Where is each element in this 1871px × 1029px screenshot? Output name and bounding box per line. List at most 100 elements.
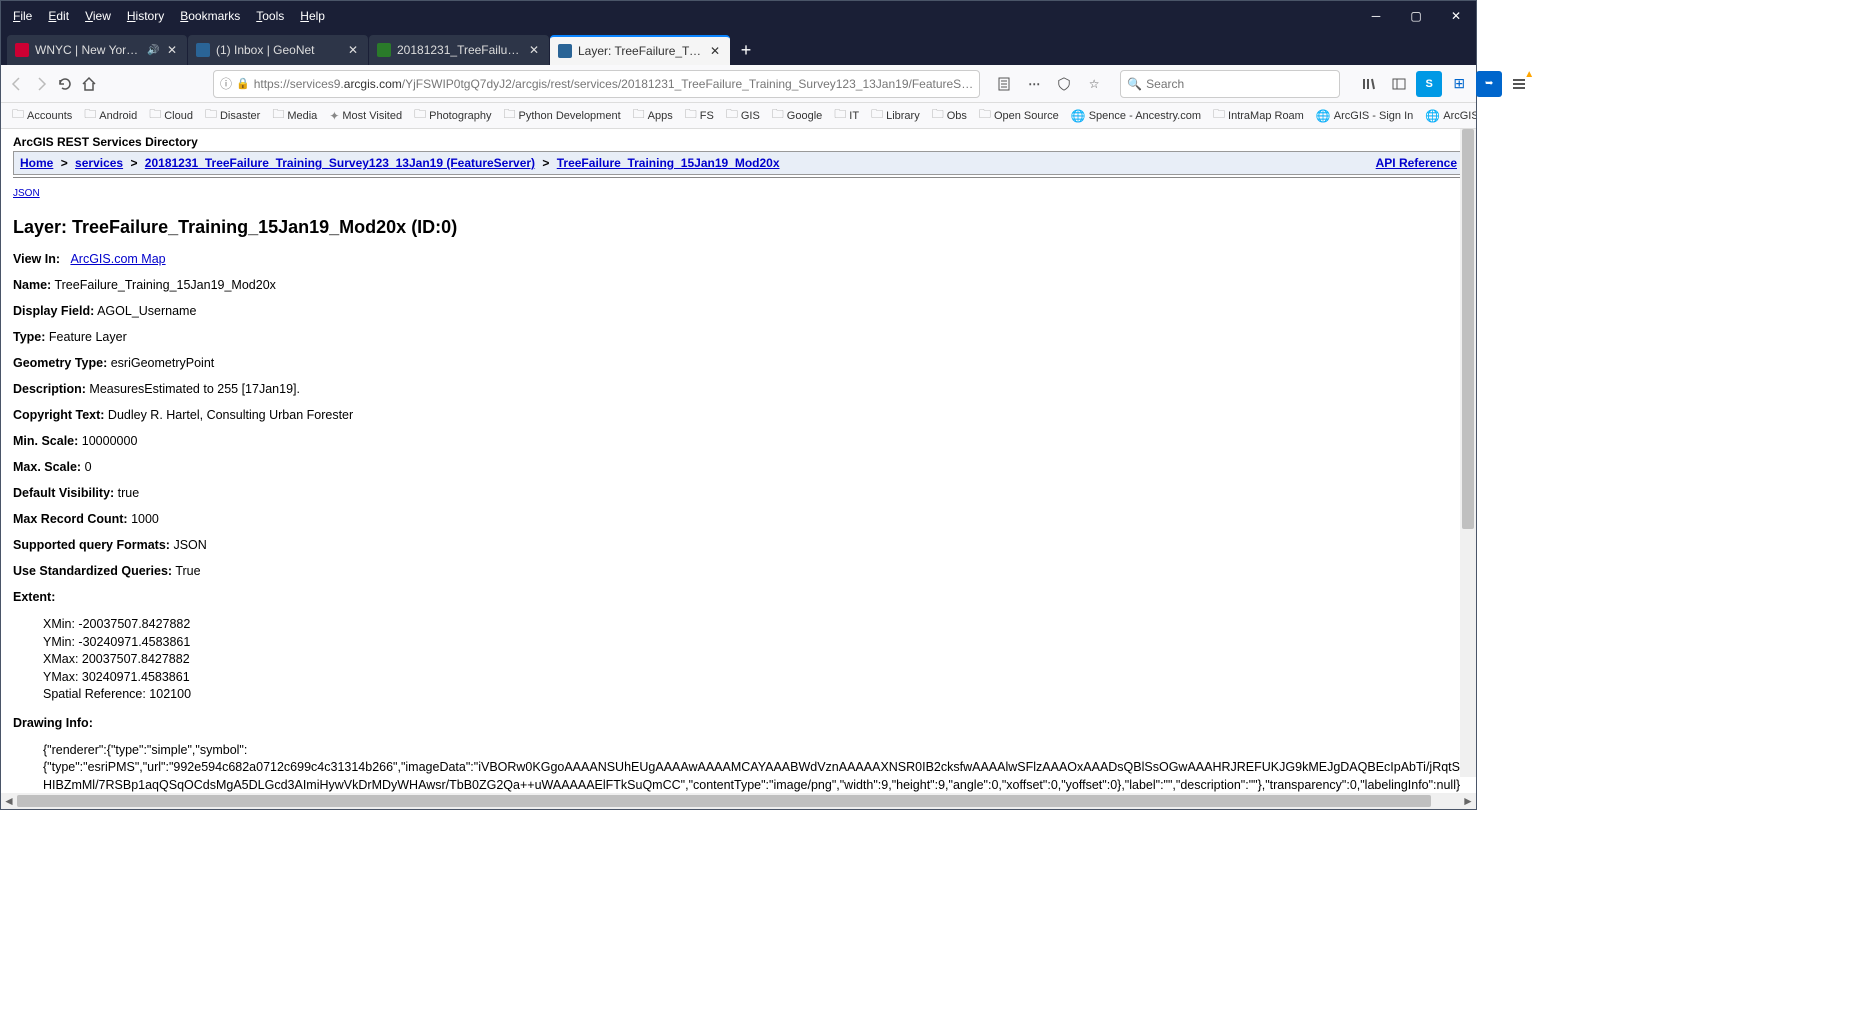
menu-history[interactable]: History bbox=[121, 5, 170, 27]
bookmark-media[interactable]: 🗀Media bbox=[267, 103, 322, 128]
bookmark-google[interactable]: 🗀Google bbox=[767, 103, 828, 128]
bookmark-arcgis-metadata-tool-[interactable]: 🌐ArcGIS Metadata Tool… bbox=[1420, 107, 1476, 125]
bookmark-gis[interactable]: 🗀GIS bbox=[721, 103, 765, 128]
tab-1[interactable]: (1) Inbox | GeoNet ✕ bbox=[188, 35, 368, 65]
prop-copyright: Copyright Text: Dudley R. Hartel, Consul… bbox=[13, 408, 1464, 422]
tab-label: Layer: TreeFailure_Training_15J… bbox=[578, 44, 704, 58]
bookmark-photography[interactable]: 🗀Photography bbox=[409, 103, 496, 128]
scroll-left[interactable]: ◄ bbox=[1, 794, 17, 808]
home-button[interactable] bbox=[81, 70, 97, 98]
breadcrumb-services[interactable]: services bbox=[75, 156, 123, 170]
minimize-button[interactable]: ─ bbox=[1356, 1, 1396, 31]
bookmark-accounts[interactable]: 🗀Accounts bbox=[7, 103, 77, 128]
url-text: https://services9.arcgis.com/YjFSWIP0tgQ… bbox=[254, 77, 973, 91]
bookmark-cloud[interactable]: 🗀Cloud bbox=[144, 103, 198, 128]
scroll-right[interactable]: ► bbox=[1460, 794, 1476, 808]
menubar: FileEditViewHistoryBookmarksToolsHelp bbox=[1, 5, 331, 27]
info-icon[interactable]: ⓘ bbox=[220, 75, 232, 92]
bookmark-fs[interactable]: 🗀FS bbox=[680, 103, 719, 128]
bookmark-spence-ancestry-com[interactable]: 🌐Spence - Ancestry.com bbox=[1066, 107, 1206, 125]
library-icon[interactable] bbox=[1356, 71, 1382, 97]
reload-button[interactable] bbox=[57, 70, 73, 98]
prop-description: Description: MeasuresEstimated to 255 [1… bbox=[13, 382, 1464, 396]
tab-0[interactable]: WNYC | New York Public R…🔊✕ bbox=[7, 35, 187, 65]
folder-icon: 🗀 bbox=[834, 105, 846, 126]
folder-icon: 🗀 bbox=[772, 105, 784, 126]
tab-close-button[interactable]: ✕ bbox=[527, 43, 541, 57]
tab-close-button[interactable]: ✕ bbox=[346, 43, 360, 57]
page-content: ArcGIS REST Services Directory Home > se… bbox=[1, 129, 1476, 793]
prop-supported-query-formats: Supported query Formats: JSON bbox=[13, 538, 1464, 552]
url-bar[interactable]: ⓘ 🔒 https://services9.arcgis.com/YjFSWIP… bbox=[213, 70, 980, 98]
folder-icon: 🗀 bbox=[726, 105, 738, 126]
rest-directory-title: ArcGIS REST Services Directory bbox=[13, 135, 1464, 149]
bookmark-library[interactable]: 🗀Library bbox=[866, 103, 925, 128]
globe-icon: 🌐 bbox=[1425, 109, 1440, 123]
bookmark-it[interactable]: 🗀IT bbox=[829, 103, 864, 128]
prop-extent-label: Extent: bbox=[13, 590, 1464, 604]
prop-geometry-type: Geometry Type: esriGeometryPoint bbox=[13, 356, 1464, 370]
forward-button[interactable] bbox=[33, 70, 49, 98]
menu-edit[interactable]: Edit bbox=[42, 5, 75, 27]
tab-label: (1) Inbox | GeoNet bbox=[216, 43, 342, 57]
window-controls: ─ ▢ ✕ bbox=[1356, 1, 1476, 31]
menu-file[interactable]: File bbox=[7, 5, 38, 27]
speaker-icon[interactable]: 🔊 bbox=[147, 45, 161, 56]
bookmark-star-icon[interactable]: ☆ bbox=[1082, 72, 1106, 96]
tab-2[interactable]: 20181231_TreeFailure_Training…✕ bbox=[369, 35, 549, 65]
menu-view[interactable]: View bbox=[79, 5, 117, 27]
sidebars-icon[interactable] bbox=[1386, 71, 1412, 97]
prop-drawing-info-label: Drawing Info: bbox=[13, 716, 1464, 730]
globe-icon: 🌐 bbox=[1071, 109, 1086, 123]
breadcrumb: Home > services > 20181231_TreeFailure_T… bbox=[13, 151, 1464, 175]
lock-icon: 🔒 bbox=[236, 77, 250, 90]
maximize-button[interactable]: ▢ bbox=[1396, 1, 1436, 31]
menu-icon[interactable]: ▲ bbox=[1506, 71, 1532, 97]
favicon bbox=[196, 43, 210, 57]
breadcrumb-home[interactable]: Home bbox=[20, 156, 53, 170]
toolbar-icons: S ⊞ ➥ ▲ bbox=[1356, 71, 1532, 97]
bookmark-obs[interactable]: 🗀Obs bbox=[927, 103, 972, 128]
menu-help[interactable]: Help bbox=[294, 5, 331, 27]
shield-icon[interactable] bbox=[1052, 72, 1076, 96]
api-reference-link[interactable]: API Reference bbox=[1376, 156, 1457, 170]
menu-tools[interactable]: Tools bbox=[250, 5, 290, 27]
ext-icon-3[interactable]: ➥ bbox=[1476, 71, 1502, 97]
bookmark-intramap-roam[interactable]: 🗀IntraMap Roam bbox=[1208, 103, 1309, 128]
bookmark-python-development[interactable]: 🗀Python Development bbox=[499, 103, 626, 128]
bookmark-disaster[interactable]: 🗀Disaster bbox=[200, 103, 265, 128]
bookmark-android[interactable]: 🗀Android bbox=[79, 103, 142, 128]
folder-icon: 🗀 bbox=[633, 105, 645, 126]
folder-icon: 🗀 bbox=[685, 105, 697, 126]
folder-icon: 🗀 bbox=[871, 105, 883, 126]
vertical-scrollbar[interactable] bbox=[1460, 129, 1476, 777]
breadcrumb-layer[interactable]: TreeFailure_Training_15Jan19_Mod20x bbox=[557, 156, 780, 170]
bookmark-apps[interactable]: 🗀Apps bbox=[628, 103, 678, 128]
bookmark-open-source[interactable]: 🗀Open Source bbox=[974, 103, 1064, 128]
page-action-menu[interactable]: ⋯ bbox=[1022, 72, 1046, 96]
tab-3[interactable]: Layer: TreeFailure_Training_15J… ✕ bbox=[550, 35, 730, 65]
json-link[interactable]: JSON bbox=[13, 188, 40, 199]
horizontal-scrollbar[interactable]: ◄ ► bbox=[1, 793, 1476, 809]
folder-icon: 🗀 bbox=[414, 105, 426, 126]
ext-icon-2[interactable]: ⊞ bbox=[1446, 71, 1472, 97]
prop-default-visibility: Default Visibility: true bbox=[13, 486, 1464, 500]
bookmark-most-visited[interactable]: ✦Most Visited bbox=[324, 107, 407, 125]
tab-close-button[interactable]: ✕ bbox=[708, 44, 722, 58]
breadcrumb-featureserver[interactable]: 20181231_TreeFailure_Training_Survey123_… bbox=[145, 156, 535, 170]
search-input[interactable] bbox=[1146, 77, 1333, 91]
new-tab-button[interactable]: + bbox=[731, 35, 761, 65]
folder-icon: 🗀 bbox=[504, 105, 516, 126]
close-button[interactable]: ✕ bbox=[1436, 1, 1476, 31]
back-button[interactable] bbox=[9, 70, 25, 98]
viewin-arcgis-link[interactable]: ArcGIS.com Map bbox=[70, 252, 165, 266]
bookmark-arcgis-sign-in[interactable]: 🌐ArcGIS - Sign In bbox=[1311, 107, 1418, 125]
prop-type: Type: Feature Layer bbox=[13, 330, 1464, 344]
ext-icon-1[interactable]: S bbox=[1416, 71, 1442, 97]
tab-close-button[interactable]: ✕ bbox=[165, 43, 179, 57]
folder-icon: 🗀 bbox=[84, 105, 96, 126]
reader-mode-icon[interactable] bbox=[992, 72, 1016, 96]
search-bar[interactable]: 🔍 bbox=[1120, 70, 1340, 98]
menu-bookmarks[interactable]: Bookmarks bbox=[174, 5, 246, 27]
prop-max-scale: Max. Scale: 0 bbox=[13, 460, 1464, 474]
